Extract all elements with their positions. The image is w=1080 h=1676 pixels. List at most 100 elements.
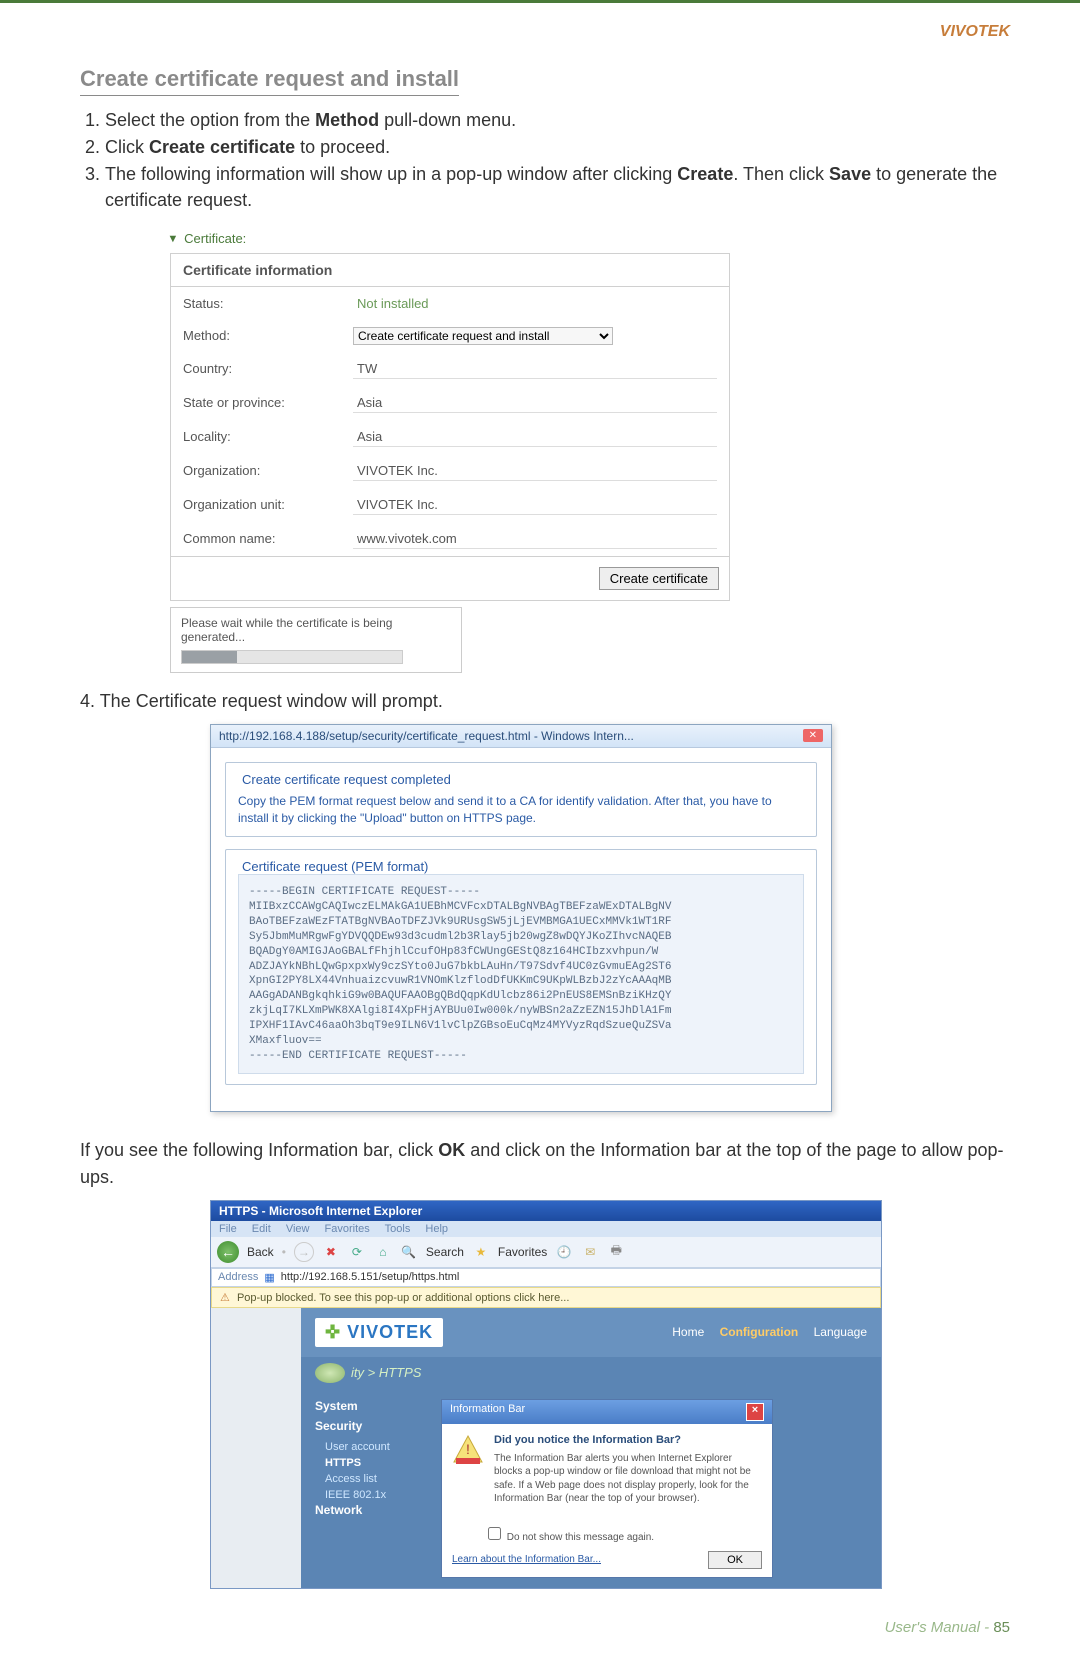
ie-menubar[interactable]: File Edit View Favorites Tools Help [211, 1221, 881, 1237]
vivotek-logo: ✜ VIVOTEK [315, 1318, 443, 1347]
locality-input[interactable]: Asia [353, 427, 717, 447]
orgunit-label: Organization unit: [183, 497, 353, 512]
blocked-icon: ⚠ [220, 1292, 230, 1304]
organization-input[interactable]: VIVOTEK Inc. [353, 461, 717, 481]
do-not-show-checkbox[interactable] [488, 1527, 501, 1540]
breadcrumb: ity > HTTPS [351, 1365, 421, 1380]
method-select[interactable]: Create certificate request and install [353, 327, 613, 345]
pem-textarea[interactable]: -----BEGIN CERTIFICATE REQUEST----- MIIB… [238, 874, 804, 1074]
step2-part-a: Click [105, 137, 149, 157]
step3-bold-create: Create [677, 164, 733, 184]
print-icon[interactable]: 🖶 [607, 1243, 625, 1261]
home-icon[interactable]: ⌂ [374, 1243, 392, 1261]
sidebar-user-account[interactable]: User account [315, 1439, 425, 1455]
refresh-icon[interactable]: ⟳ [348, 1243, 366, 1261]
popup-group1-title: Create certificate request completed [238, 772, 455, 787]
page-footer: User's Manual - 85 [80, 1619, 1010, 1636]
sidebar-https[interactable]: HTTPS [315, 1455, 425, 1471]
menu-favorites[interactable]: Favorites [325, 1223, 370, 1235]
step3-part-c: . Then click [733, 164, 829, 184]
sidebar-access-list[interactable]: Access list [315, 1471, 425, 1487]
create-certificate-button[interactable]: Create certificate [599, 567, 719, 590]
nav-configuration[interactable]: Configuration [720, 1325, 799, 1339]
popup-group1-desc: Copy the PEM format request below and se… [238, 793, 804, 827]
commonname-label: Common name: [183, 531, 353, 546]
brand-label: VIVOTEK [80, 23, 1010, 41]
history-icon[interactable]: 🕘 [555, 1243, 573, 1261]
logo-text: VIVOTEK [347, 1322, 433, 1342]
footer-page-number: 85 [993, 1619, 1010, 1636]
dlg-body-text: The Information Bar alerts you when Inte… [494, 1452, 762, 1506]
mail-icon[interactable]: ✉ [581, 1243, 599, 1261]
status-value: Not installed [353, 294, 717, 313]
menu-tools[interactable]: Tools [385, 1223, 411, 1235]
step1-part-c: pull-down menu. [379, 110, 516, 130]
forward-icon[interactable]: → [294, 1242, 314, 1262]
address-bar[interactable]: Address ▦ http://192.168.5.151/setup/htt… [211, 1268, 881, 1287]
information-bar[interactable]: ⚠ Pop-up blocked. To see this pop-up or … [211, 1287, 881, 1308]
learn-link[interactable]: Learn about the Information Bar... [452, 1554, 601, 1565]
certificate-info-title: Certificate information [171, 254, 729, 287]
step-3: The following information will show up i… [105, 162, 1010, 212]
information-bar-text: Pop-up blocked. To see this pop-up or ad… [237, 1292, 569, 1304]
country-label: Country: [183, 361, 353, 376]
popup-close-icon[interactable]: ✕ [803, 729, 823, 742]
menu-file[interactable]: File [219, 1223, 237, 1235]
ie-titlebar: HTTPS - Microsoft Internet Explorer [211, 1201, 881, 1221]
search-label[interactable]: Search [426, 1245, 464, 1259]
method-label: Method: [183, 328, 353, 343]
sidebar-network[interactable]: Network [315, 1503, 425, 1517]
ie-toolbar: ← Back • → ✖ ⟳ ⌂ 🔍 Search ★ Favorites 🕘 … [211, 1237, 881, 1268]
step-2: Click Create certificate to proceed. [105, 135, 1010, 160]
certificate-collapse-label: Certificate: [184, 231, 246, 246]
sidebar-ieee[interactable]: IEEE 802.1x [315, 1487, 425, 1503]
orgunit-input[interactable]: VIVOTEK Inc. [353, 495, 717, 515]
section-title: Create certificate request and install [80, 66, 459, 96]
search-icon[interactable]: 🔍 [400, 1243, 418, 1261]
address-value[interactable]: http://192.168.5.151/setup/https.html [281, 1271, 460, 1283]
menu-help[interactable]: Help [425, 1223, 448, 1235]
ie-window: HTTPS - Microsoft Internet Explorer File… [210, 1200, 882, 1589]
menu-view[interactable]: View [286, 1223, 310, 1235]
nav-language[interactable]: Language [814, 1325, 867, 1339]
step2-bold: Create certificate [149, 137, 295, 157]
popup-group2-title: Certificate request (PEM format) [238, 859, 432, 874]
locality-label: Locality: [183, 429, 353, 444]
wait-text: Please wait while the certificate is bei… [181, 616, 451, 644]
step-1: Select the option from the Method pull-d… [105, 108, 1010, 133]
do-not-show-label: Do not show this message again. [507, 1532, 654, 1543]
state-label: State or province: [183, 395, 353, 410]
back-label[interactable]: Back [247, 1245, 274, 1259]
menu-edit[interactable]: Edit [252, 1223, 271, 1235]
status-label: Status: [183, 296, 353, 311]
organization-label: Organization: [183, 463, 353, 478]
favorites-label[interactable]: Favorites [498, 1245, 547, 1259]
step3-bold-save: Save [829, 164, 871, 184]
favorites-icon[interactable]: ★ [472, 1243, 490, 1261]
ok-button[interactable]: OK [708, 1551, 762, 1569]
nav-home[interactable]: Home [672, 1325, 704, 1339]
sidebar-system[interactable]: System [315, 1399, 425, 1413]
dlg-title: Information Bar [450, 1403, 525, 1421]
dlg-close-icon[interactable]: × [746, 1403, 764, 1421]
commonname-input[interactable]: www.vivotek.com [353, 529, 717, 549]
sidebar: System Security User account HTTPS Acces… [315, 1399, 425, 1578]
stop-icon[interactable]: ✖ [322, 1243, 340, 1261]
ie-left-gutter [211, 1308, 301, 1588]
progress-bar [181, 650, 403, 664]
country-input[interactable]: TW [353, 359, 717, 379]
cert-request-popup: http://192.168.4.188/setup/security/cert… [210, 724, 832, 1113]
step2-part-c: to proceed. [295, 137, 390, 157]
step3-part-a: The following information will show up i… [105, 164, 677, 184]
state-input[interactable]: Asia [353, 393, 717, 413]
svg-text:!: ! [466, 1441, 470, 1457]
address-label: Address [218, 1271, 258, 1283]
step1-part-a: Select the option from the [105, 110, 315, 130]
info-para-a: If you see the following Information bar… [80, 1140, 438, 1160]
globe-icon [315, 1363, 345, 1383]
ie-page-icon: ▦ [264, 1271, 274, 1284]
back-button-icon[interactable]: ← [217, 1241, 239, 1263]
sidebar-security[interactable]: Security [315, 1419, 425, 1433]
certificate-collapse-header[interactable]: ▸ Certificate: [170, 231, 730, 247]
step1-bold: Method [315, 110, 379, 130]
